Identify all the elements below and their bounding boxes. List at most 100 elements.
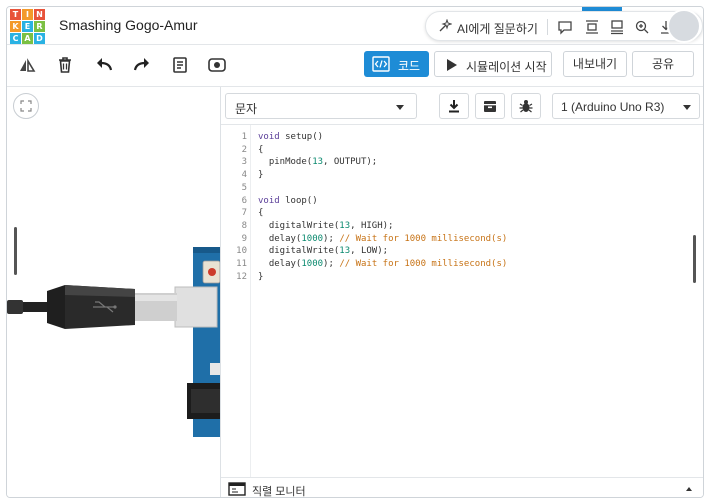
- logo-letter: T: [10, 9, 21, 20]
- code-token: , OUTPUT);: [323, 157, 378, 168]
- logo-letter: E: [22, 21, 33, 32]
- code-token: );: [323, 259, 340, 269]
- code-number: 1000: [301, 233, 324, 244]
- line-number: 9: [241, 233, 247, 244]
- line-number: 7: [241, 208, 247, 219]
- code-toolbar: 문자 1 (Arduino Uno R3): [221, 87, 703, 125]
- library-icon: [484, 101, 496, 112]
- code-number: 13: [339, 220, 351, 231]
- editor-resize-handle[interactable]: [693, 235, 696, 283]
- code-mode-value: 문자: [235, 102, 258, 116]
- code-line: digitalWrite(13, HIGH);: [258, 220, 394, 231]
- code-token: pinMode(: [258, 157, 313, 168]
- debugger-button[interactable]: [511, 93, 541, 119]
- code-number: 1000: [301, 259, 324, 269]
- divider: [547, 19, 548, 35]
- code-token: );: [323, 233, 340, 244]
- main-toolbar: 코드 시뮬레이션 시작 내보내기 공유: [7, 45, 703, 87]
- serial-monitor-bar[interactable]: 직렬 모니터: [221, 477, 703, 498]
- logo-letter: A: [22, 33, 33, 44]
- download-code-icon: [449, 100, 459, 113]
- line-number: 8: [241, 220, 247, 231]
- line-number-gutter: 1 2 3 4 5 6 7 8 9 10 11 12: [221, 125, 251, 477]
- comment-icon[interactable]: [557, 19, 573, 35]
- expand-icon: [20, 100, 32, 112]
- line-number: 6: [241, 195, 247, 206]
- code-mode-select[interactable]: 문자: [225, 93, 417, 119]
- chevron-up-icon[interactable]: [686, 487, 692, 491]
- code-token: {: [258, 208, 264, 219]
- code-number: 13: [339, 246, 351, 257]
- fit-view-icon[interactable]: [584, 19, 600, 35]
- line-number: 4: [241, 170, 247, 181]
- code-line: void setup(): [258, 132, 323, 142]
- serial-monitor-label: 직렬 모니터: [252, 486, 306, 498]
- code-line: void loop(): [258, 196, 318, 206]
- undo-icon[interactable]: [95, 55, 115, 75]
- code-comment: // Wait for 1000 millisecond(s): [339, 259, 508, 269]
- code-token: }: [258, 271, 264, 282]
- logo-letter: K: [10, 21, 21, 32]
- line-number: 1: [241, 132, 247, 142]
- project-title[interactable]: Smashing Gogo-Amur: [59, 17, 198, 33]
- line-number: 2: [241, 144, 247, 155]
- code-token: , LOW);: [350, 246, 389, 257]
- code-token: , HIGH);: [350, 220, 394, 231]
- zoom-icon[interactable]: [634, 19, 650, 35]
- header-actions-pill: AI에게 질문하기 ···: [425, 11, 703, 41]
- circuit-workplane[interactable]: [7, 87, 220, 497]
- debug-icon: [519, 100, 533, 113]
- code-line: {: [258, 145, 263, 155]
- code-token: setup(): [279, 132, 324, 142]
- app-header: T I N K E R C A D Smashing Gogo-Amur AI에…: [7, 7, 703, 45]
- code-line: pinMode(13, OUTPUT);: [258, 157, 377, 167]
- avatar[interactable]: [667, 9, 701, 43]
- logo-letter: D: [34, 33, 45, 44]
- start-simulation-label: 시뮬레이션 시작: [466, 60, 547, 74]
- code-button-label: 코드: [398, 59, 421, 73]
- tinkercad-logo[interactable]: T I N K E R C A D: [10, 9, 46, 45]
- code-icon: [372, 56, 390, 72]
- code-token: digitalWrite(: [258, 220, 340, 231]
- rotate-icon[interactable]: [17, 55, 37, 75]
- logo-letter: R: [34, 21, 45, 32]
- app-window: T I N K E R C A D Smashing Gogo-Amur AI에…: [6, 6, 704, 498]
- code-token: loop(): [279, 195, 318, 206]
- fit-view-button[interactable]: [13, 93, 39, 119]
- line-number: 5: [241, 182, 247, 193]
- line-number: 12: [236, 271, 247, 282]
- ai-sparkle-icon[interactable]: [438, 19, 452, 33]
- code-line: }: [258, 272, 263, 282]
- code-token: delay(: [258, 233, 302, 244]
- code-keyword: void: [258, 195, 280, 206]
- code-line: digitalWrite(13, LOW);: [258, 246, 388, 256]
- code-token: delay(: [258, 259, 302, 269]
- code-token: digitalWrite(: [258, 246, 340, 257]
- chevron-down-icon: [683, 105, 691, 110]
- code-editor-panel: 문자 1 (Arduino Uno R3) 1 2 3 4 5 6 7 8 9 …: [220, 87, 703, 498]
- code-text-area[interactable]: 1 2 3 4 5 6 7 8 9 10 11 12 void setup() …: [221, 125, 703, 477]
- trash-icon[interactable]: [55, 55, 75, 75]
- line-number: 10: [236, 246, 247, 257]
- usb-cable-and-arduino-board[interactable]: [7, 247, 220, 437]
- code-number: 13: [312, 157, 324, 168]
- library-button[interactable]: [475, 93, 505, 119]
- download-code-button[interactable]: [439, 93, 469, 119]
- share-button[interactable]: 공유: [632, 51, 694, 77]
- redo-icon[interactable]: [131, 55, 151, 75]
- start-simulation-button[interactable]: 시뮬레이션 시작: [434, 51, 552, 77]
- align-icon[interactable]: [609, 19, 625, 35]
- code-line: {: [258, 208, 263, 218]
- export-button[interactable]: 내보내기: [563, 51, 627, 77]
- code-button[interactable]: 코드: [364, 51, 429, 77]
- notes-icon[interactable]: [170, 55, 190, 75]
- code-line: delay(1000); // Wait for 1000 millisecon…: [258, 259, 507, 269]
- visibility-icon[interactable]: [207, 55, 227, 75]
- chevron-down-icon: [396, 105, 404, 110]
- board-select[interactable]: 1 (Arduino Uno R3): [552, 93, 700, 119]
- code-token: {: [258, 144, 264, 155]
- code-keyword: void: [258, 132, 280, 142]
- line-number: 11: [236, 259, 247, 269]
- code-comment: // Wait for 1000 millisecond(s): [339, 233, 508, 244]
- ai-ask-button[interactable]: AI에게 질문하기: [457, 20, 538, 37]
